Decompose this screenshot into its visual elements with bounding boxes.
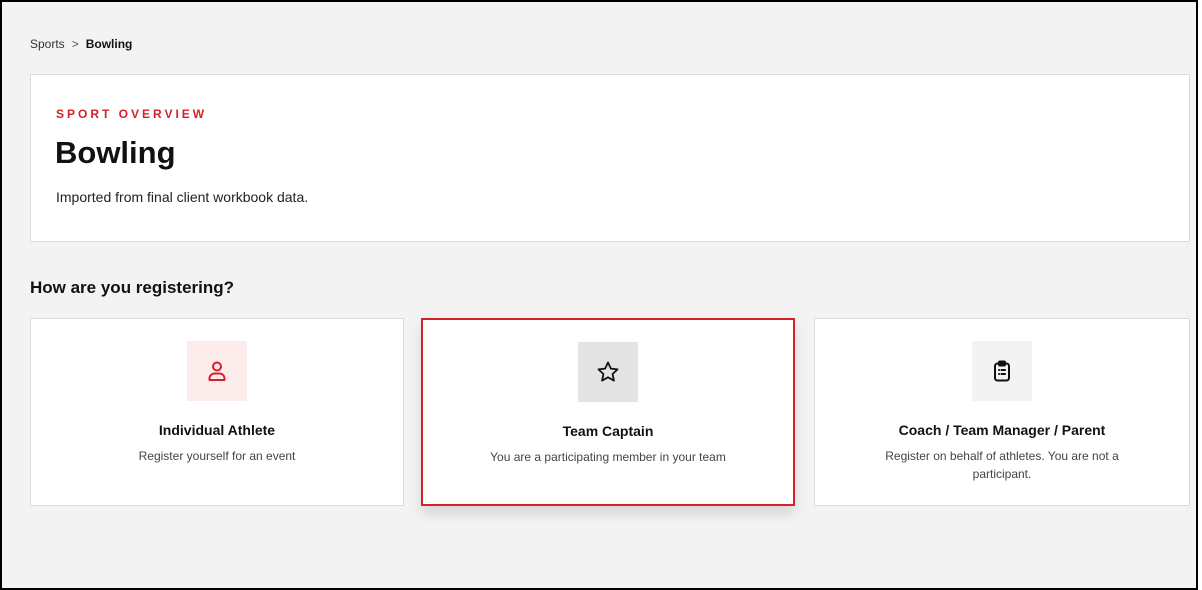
registration-question: How are you registering? [30,278,235,297]
breadcrumb-current: Bowling [85,37,133,51]
star-icon [597,361,619,382]
sport-description: Imported from final client workbook data… [56,189,309,205]
individual-athlete-icon-box [187,341,247,401]
breadcrumb: Sports > Bowling [30,37,132,51]
option-description: Register yourself for an event [138,449,296,463]
coach-icon-box [972,341,1032,401]
team-captain-icon-box [578,342,638,402]
option-description: You are a participating member in your t… [490,450,726,464]
breadcrumb-link-sports[interactable]: Sports [30,37,65,51]
option-title: Coach / Team Manager / Parent [898,422,1106,438]
person-icon [208,361,226,381]
option-individual-athlete[interactable]: Individual Athlete Register yourself for… [30,318,404,506]
option-title: Team Captain [562,423,654,439]
section-eyebrow: SPORT OVERVIEW [56,107,208,121]
clipboard-icon [994,360,1010,382]
sport-overview-card: SPORT OVERVIEW Bowling Imported from fin… [30,74,1190,242]
page-frame: Sports > Bowling SPORT OVERVIEW Bowling … [0,0,1198,590]
option-description: Register on behalf of athletes. You are … [885,449,1119,481]
option-coach-manager-parent[interactable]: Coach / Team Manager / Parent Register o… [814,318,1190,506]
breadcrumb-separator: > [71,37,79,51]
page-title: Bowling [55,135,176,170]
option-title: Individual Athlete [158,422,276,438]
option-team-captain[interactable]: Team Captain You are a participating mem… [421,318,795,506]
